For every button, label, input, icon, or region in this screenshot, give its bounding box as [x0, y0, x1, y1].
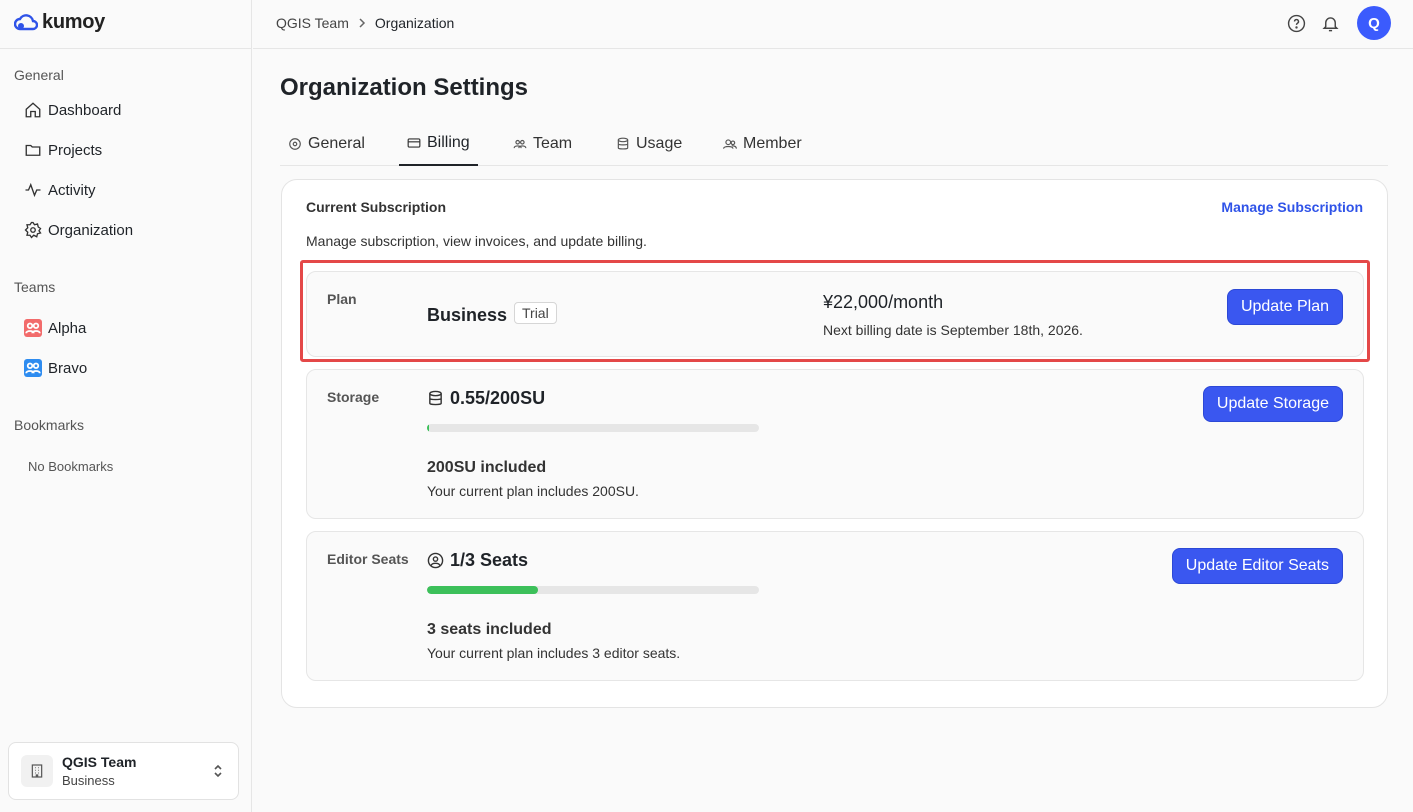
card-title: Current Subscription: [306, 199, 447, 215]
tab-label: Usage: [636, 135, 683, 152]
storage-value: 0.55/200SU: [450, 388, 546, 408]
editor-seats-label: Editor Seats: [327, 551, 409, 567]
sidebar-item-label: Dashboard: [48, 101, 122, 119]
seats-usage: 1/3 Seats: [427, 550, 528, 571]
tab-label: Billing: [427, 134, 470, 151]
seats-value: 1/3 Seats: [450, 550, 529, 570]
next-billing-date: Next billing date is September 18th, 202…: [823, 322, 1083, 338]
update-plan-button[interactable]: Update Plan: [1226, 289, 1343, 325]
manage-subscription-link[interactable]: Manage Subscription: [1221, 199, 1363, 215]
tab-label: Team: [533, 135, 573, 152]
team-icon: [513, 139, 527, 149]
chevron-right-icon: [359, 18, 365, 28]
tab-label: General: [308, 135, 365, 152]
sidebar-item-label: Organization: [48, 221, 134, 239]
no-bookmarks-text: No Bookmarks: [28, 459, 114, 474]
database-icon: [429, 390, 442, 406]
page-title: Organization Settings: [280, 74, 529, 101]
database-icon: [617, 137, 629, 150]
home-icon: [25, 102, 41, 118]
folder-icon: [25, 144, 41, 156]
plan-name: Business: [427, 305, 508, 325]
sidebar-item-organization[interactable]: Organization: [24, 219, 133, 241]
bell-icon[interactable]: [1321, 14, 1340, 33]
tab-general[interactable]: General: [288, 122, 365, 166]
plan-label: Plan: [327, 291, 357, 307]
card-description: Manage subscription, view invoices, and …: [306, 233, 647, 249]
kumoy-logo[interactable]: kumoy: [14, 11, 105, 34]
storage-included-title: 200SU included: [427, 459, 547, 476]
chevron-up-down-icon: [214, 764, 222, 778]
section-bookmarks-label: Bookmarks: [14, 417, 85, 433]
org-plan: Business: [62, 773, 115, 788]
gear-icon: [289, 138, 301, 150]
storage-usage: 0.55/200SU: [427, 388, 545, 409]
update-editor-seats-button[interactable]: Update Editor Seats: [1171, 548, 1343, 584]
top-header: QGIS Team Organization Q: [253, 0, 1413, 49]
sidebar-item-label: Activity: [48, 181, 96, 199]
help-icon[interactable]: [1287, 14, 1306, 33]
section-general-label: General: [14, 67, 64, 83]
tab-team[interactable]: Team: [513, 122, 572, 166]
org-name: QGIS Team: [62, 754, 137, 770]
sidebar-item-label: Alpha: [48, 319, 87, 337]
building-icon: [21, 755, 53, 787]
storage-panel: Storage 0.55/200SU 200SU included Your c…: [306, 369, 1364, 519]
sidebar-item-dashboard[interactable]: Dashboard: [24, 99, 121, 121]
tab-label: Member: [743, 135, 802, 152]
sidebar-item-label: Projects: [48, 141, 103, 159]
sidebar-item-team-bravo[interactable]: Bravo: [24, 357, 87, 379]
seats-progress-fill: [427, 586, 538, 594]
cloud-logo-icon: [14, 13, 38, 30]
storage-included-desc: Your current plan includes 200SU.: [427, 483, 639, 499]
breadcrumb-item-team[interactable]: QGIS Team: [276, 15, 349, 31]
brand-name: kumoy: [42, 11, 105, 33]
tab-billing[interactable]: Billing: [399, 122, 478, 166]
members-icon: [723, 139, 737, 149]
seats-included-desc: Your current plan includes 3 editor seat…: [427, 645, 681, 661]
sidebar-item-activity[interactable]: Activity: [24, 179, 96, 201]
user-circle-icon: [427, 552, 444, 569]
gear-icon: [24, 221, 42, 239]
editor-seats-panel: Editor Seats 1/3 Seats 3 seats included …: [306, 531, 1364, 681]
section-teams-label: Teams: [14, 279, 56, 295]
sidebar-item-team-alpha[interactable]: Alpha: [24, 317, 86, 339]
user-avatar[interactable]: Q: [1357, 6, 1391, 40]
breadcrumb-item-organization[interactable]: Organization: [375, 15, 454, 31]
plan-price: ¥22,000/month: [823, 292, 944, 312]
team-alpha-icon: [24, 319, 42, 337]
seats-progress-bar: [427, 586, 759, 594]
tab-member[interactable]: Member: [723, 122, 802, 166]
sidebar-item-label: Bravo: [48, 359, 88, 377]
storage-label: Storage: [327, 389, 380, 405]
trial-badge: Trial: [514, 302, 557, 324]
sidebar-item-projects[interactable]: Projects: [24, 139, 102, 161]
storage-progress-fill: [427, 424, 429, 432]
update-storage-button[interactable]: Update Storage: [1202, 386, 1343, 422]
sidebar: kumoy General Dashboard Projects Activit…: [0, 0, 252, 812]
seats-included-title: 3 seats included: [427, 621, 552, 638]
team-bravo-icon: [24, 359, 42, 377]
card-icon: [407, 138, 421, 148]
subscription-card: Current Subscription Manage Subscription…: [281, 179, 1388, 708]
storage-progress-bar: [427, 424, 759, 432]
sidebar-divider: [0, 48, 252, 49]
org-switcher[interactable]: QGIS Team Business: [8, 742, 239, 800]
breadcrumb: QGIS Team Organization: [276, 15, 454, 31]
plan-panel: Plan Business Trial ¥22,000/month Next b…: [306, 271, 1364, 357]
settings-tabs: General Billing Team Usage Member: [280, 122, 1388, 166]
tab-usage[interactable]: Usage: [616, 122, 682, 166]
activity-icon: [25, 182, 41, 198]
